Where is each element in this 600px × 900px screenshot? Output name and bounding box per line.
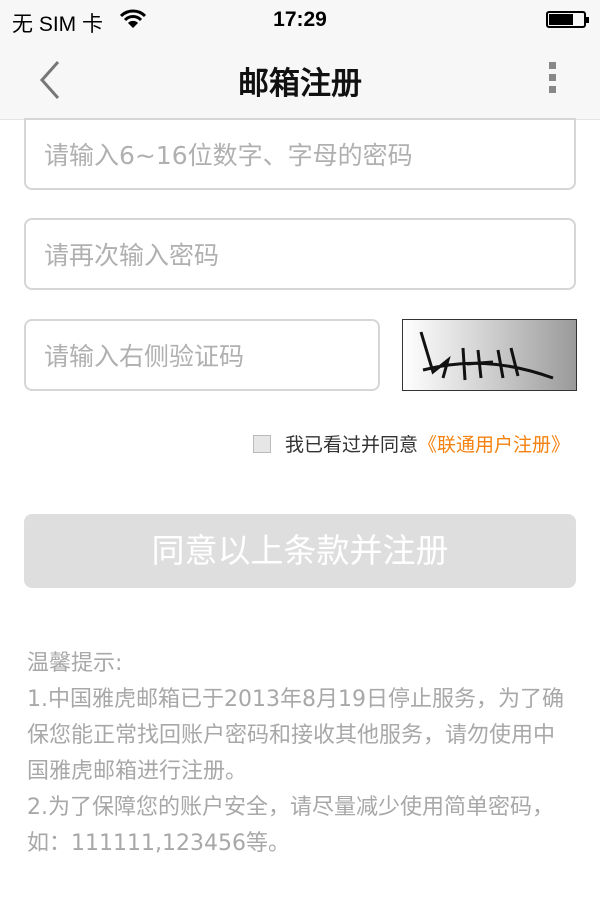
captcha-placeholder: 请输入右侧验证码 [44, 342, 245, 371]
terms-link[interactable]: 《联通用户注册》 [418, 430, 570, 457]
status-bar: 无 SIM 卡 17:29 [0, 0, 600, 40]
battery-icon [546, 11, 589, 28]
more-button[interactable] [544, 62, 560, 98]
tip-item: 2.为了保障您的账户安全，请尽量减少使用简单密码，如：111111,123456… [27, 795, 554, 856]
confirm-password-input[interactable]: 请再次输入密码 [24, 218, 576, 290]
register-button[interactable]: 同意以上条款并注册 [24, 514, 576, 588]
nav-bar: 邮箱注册 [0, 40, 600, 120]
clock: 17:29 [273, 8, 327, 31]
tips: 温馨提示: 1.中国雅虎邮箱已于2013年8月19日停止服务，为了确保您能正常找… [27, 646, 572, 862]
agreement-row: 我已看过并同意 《联通用户注册》 [252, 430, 570, 457]
captcha-image[interactable] [402, 319, 577, 391]
password-input[interactable]: 请输入6~16位数字、字母的密码 [24, 118, 576, 190]
tip-item: 1.中国雅虎邮箱已于2013年8月19日停止服务，为了确保您能正常找回账户密码和… [27, 687, 564, 784]
captcha-input[interactable]: 请输入右侧验证码 [24, 319, 380, 391]
confirm-placeholder: 请再次输入密码 [44, 241, 220, 270]
agree-text: 我已看过并同意 [284, 434, 418, 456]
page-title: 邮箱注册 [238, 66, 362, 102]
tips-title: 温馨提示: [27, 651, 123, 676]
agree-checkbox[interactable] [252, 434, 271, 453]
password-placeholder: 请输入6~16位数字、字母的密码 [44, 141, 413, 170]
more-vertical-icon [544, 62, 560, 93]
